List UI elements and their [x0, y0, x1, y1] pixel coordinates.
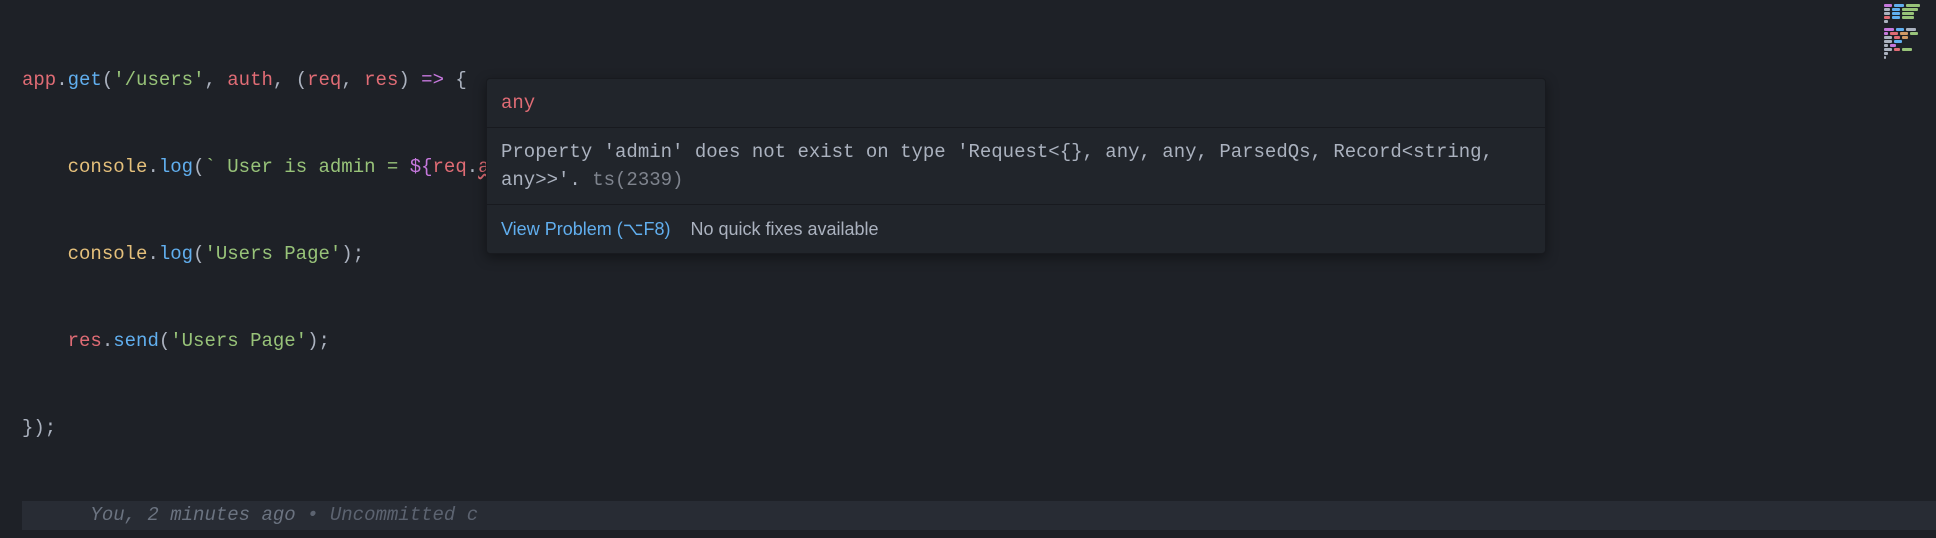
hover-type-label: any	[501, 92, 535, 114]
blame-author: You, 2 minutes ago	[90, 504, 295, 526]
blame-message: Uncommitted c	[330, 504, 478, 526]
code-line[interactable]: res.send('Users Page');	[22, 327, 1936, 356]
code-line[interactable]: });	[22, 414, 1936, 443]
minimap[interactable]	[1880, 0, 1936, 90]
hover-actions: View Problem (⌥F8) No quick fixes availa…	[487, 205, 1545, 253]
hover-message-section: Property 'admin' does not exist on type …	[487, 128, 1545, 205]
view-problem-link[interactable]: View Problem (⌥F8)	[501, 215, 670, 243]
hover-tooltip[interactable]: any Property 'admin' does not exist on t…	[486, 78, 1546, 254]
no-quick-fix-label: No quick fixes available	[690, 215, 878, 243]
git-blame-line: You, 2 minutes ago • Uncommitted c	[22, 501, 1936, 530]
identifier: app	[22, 69, 56, 91]
string-literal: '/users'	[113, 69, 204, 91]
method-name: get	[68, 69, 102, 91]
hover-type-section: any	[487, 79, 1545, 128]
hover-error-code: ts(2339)	[592, 169, 683, 191]
